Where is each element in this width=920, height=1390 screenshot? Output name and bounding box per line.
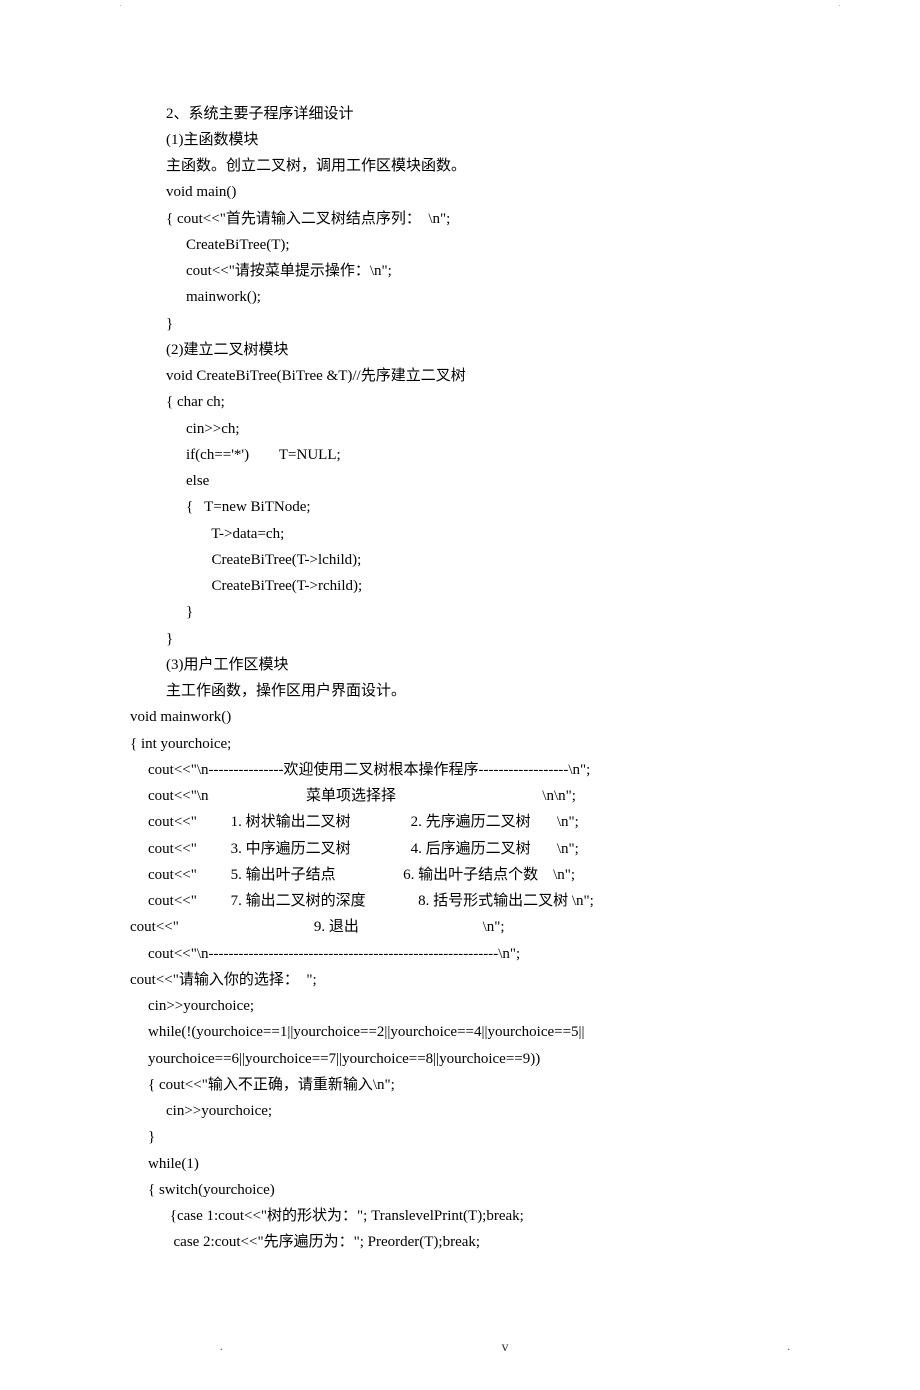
code-line: cout<<"\n 菜单项选择择 \n\n"; xyxy=(130,783,790,809)
code-line: 主函数。创立二叉树，调用工作区模块函数。 xyxy=(130,153,790,179)
code-line: cout<<" 5. 输出叶子结点 6. 输出叶子结点个数 \n"; xyxy=(130,862,790,888)
code-line: T->data=ch; xyxy=(130,521,790,547)
code-line: (1)主函数模块 xyxy=(130,127,790,153)
code-line: CreateBiTree(T->rchild); xyxy=(130,573,790,599)
code-line: { cout<<"输入不正确，请重新输入\n"; xyxy=(130,1072,790,1098)
code-line: cout<<" 1. 树状输出二叉树 2. 先序遍历二叉树 \n"; xyxy=(130,809,790,835)
footer-left: . xyxy=(220,1339,223,1357)
header-marks: . . xyxy=(0,0,920,11)
code-line: cout<<" 7. 输出二叉树的深度 8. 括号形式输出二叉树 \n"; xyxy=(130,888,790,914)
code-line: while(!(yourchoice==1||yourchoice==2||yo… xyxy=(130,1019,790,1045)
footer-right: . xyxy=(788,1339,791,1357)
code-line: cout<<" 3. 中序遍历二叉树 4. 后序遍历二叉树 \n"; xyxy=(130,836,790,862)
code-line: cout<<" 9. 退出 \n"; xyxy=(130,914,790,940)
code-line: case 2:cout<<"先序遍历为："; Preorder(T);break… xyxy=(130,1229,790,1255)
code-line: mainwork(); xyxy=(130,284,790,310)
code-line: while(1) xyxy=(130,1151,790,1177)
code-line: { cout<<"首先请输入二叉树结点序列： \n"; xyxy=(130,206,790,232)
code-line: cout<<"\n-------------------------------… xyxy=(130,941,790,967)
page-footer: . v . xyxy=(0,1296,920,1390)
code-line: } xyxy=(130,311,790,337)
code-line: void mainwork() xyxy=(130,704,790,730)
code-line: } xyxy=(130,599,790,625)
code-line: (3)用户工作区模块 xyxy=(130,652,790,678)
code-line: cout<<"\n---------------欢迎使用二叉树根本操作程序---… xyxy=(130,757,790,783)
code-line: 主工作函数，操作区用户界面设计。 xyxy=(130,678,790,704)
code-line: } xyxy=(130,626,790,652)
code-line: CreateBiTree(T); xyxy=(130,232,790,258)
code-line: cin>>ch; xyxy=(130,416,790,442)
page-content: 2、系统主要子程序详细设计(1)主函数模块主函数。创立二叉树，调用工作区模块函数… xyxy=(0,41,920,1296)
code-line: else xyxy=(130,468,790,494)
code-line: cin>>yourchoice; xyxy=(130,1098,790,1124)
code-line: CreateBiTree(T->lchild); xyxy=(130,547,790,573)
code-line: yourchoice==6||yourchoice==7||yourchoice… xyxy=(130,1046,790,1072)
code-line: if(ch=='*') T=NULL; xyxy=(130,442,790,468)
code-line: void CreateBiTree(BiTree &T)//先序建立二叉树 xyxy=(130,363,790,389)
code-line: cin>>yourchoice; xyxy=(130,993,790,1019)
code-line: void main() xyxy=(130,179,790,205)
code-line: { int yourchoice; xyxy=(130,731,790,757)
code-line: {case 1:cout<<"树的形状为："; TranslevelPrint(… xyxy=(130,1203,790,1229)
code-line: cout<<"请按菜单提示操作：\n"; xyxy=(130,258,790,284)
code-line: 2、系统主要子程序详细设计 xyxy=(130,101,790,127)
code-line: } xyxy=(130,1124,790,1150)
dot-left: . xyxy=(120,0,122,11)
code-line: { T=new BiTNode; xyxy=(130,494,790,520)
page-number: v xyxy=(502,1336,509,1361)
code-line: { char ch; xyxy=(130,389,790,415)
code-line: { switch(yourchoice) xyxy=(130,1177,790,1203)
dot-right: . xyxy=(839,0,841,11)
code-line: cout<<"请输入你的选择： "; xyxy=(130,967,790,993)
code-line: (2)建立二叉树模块 xyxy=(130,337,790,363)
